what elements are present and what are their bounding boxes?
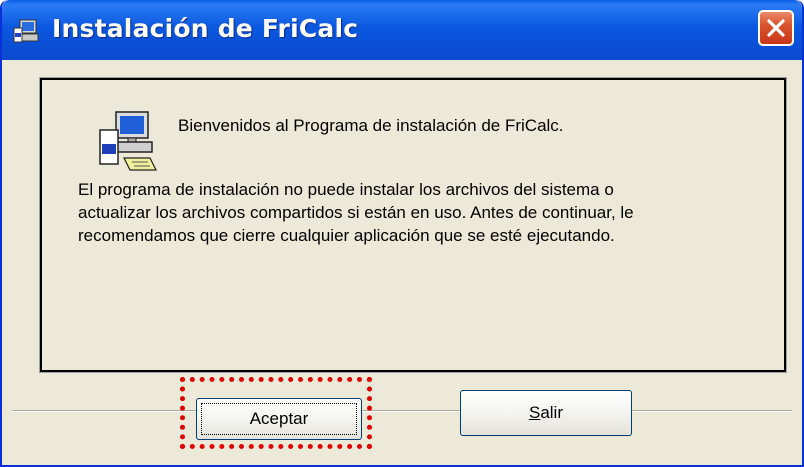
exit-button[interactable]: Salir: [460, 390, 632, 436]
exit-button-label: Salir: [528, 403, 563, 422]
dialog-body: Bienvenidos al Programa de instalación d…: [4, 60, 800, 465]
welcome-text: Bienvenidos al Programa de instalación d…: [178, 116, 564, 135]
message-panel: Bienvenidos al Programa de instalación d…: [40, 78, 786, 372]
window-title: Instalación de FriCalc: [52, 14, 359, 43]
setup-icon: [13, 19, 39, 43]
close-button[interactable]: [758, 10, 794, 46]
warning-message: El programa de instalación no puede inst…: [78, 180, 634, 245]
close-icon: [767, 19, 785, 37]
separator: [12, 410, 792, 412]
installer-window: Instalación de FriCalc Bienvenidos al Pr…: [0, 0, 804, 467]
computer-setup-icon: [99, 111, 157, 171]
highlight-annotation: [180, 377, 372, 449]
title-bar[interactable]: Instalación de FriCalc: [2, 0, 802, 60]
